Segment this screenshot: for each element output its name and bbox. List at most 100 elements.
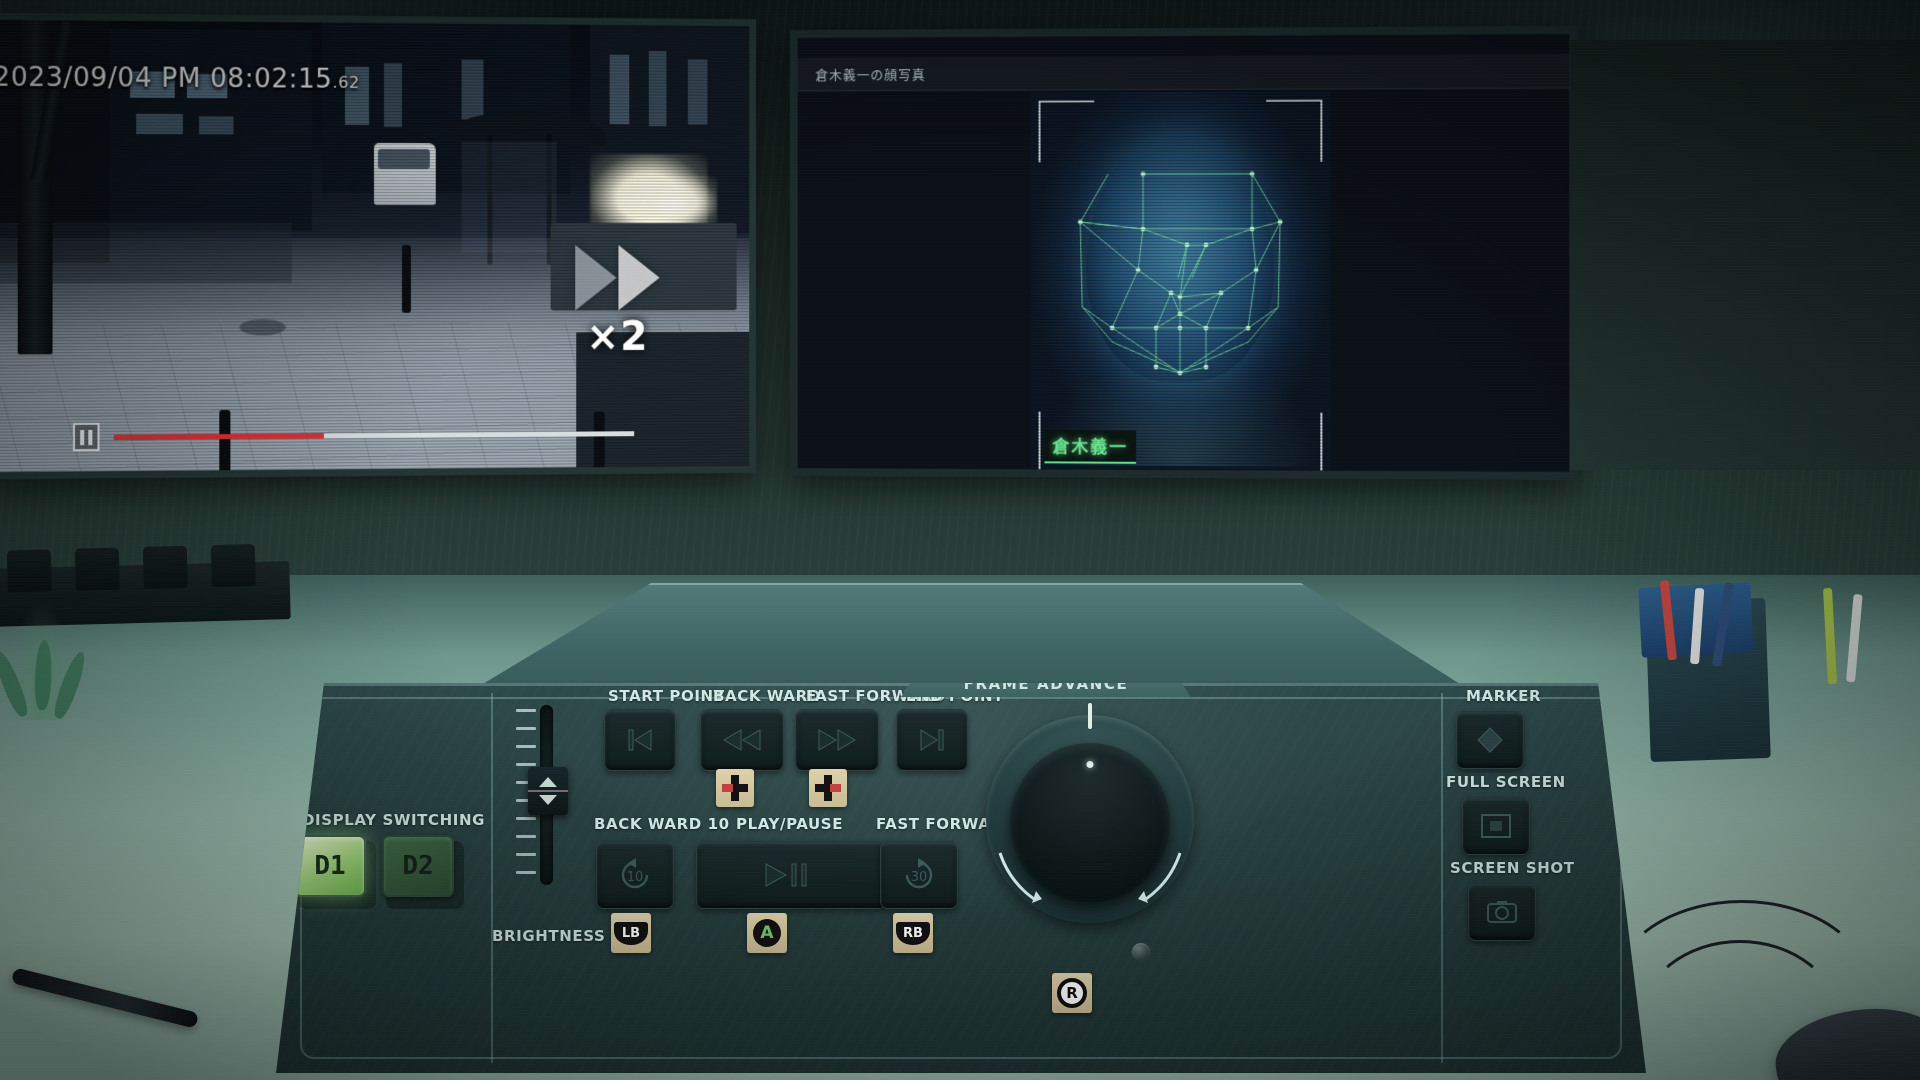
skip-to-end-icon [920,729,944,751]
display-button-d1[interactable]: D1 [294,835,366,897]
window-light [461,59,484,120]
progress-fill [113,432,325,440]
back-ward-button[interactable] [700,709,784,771]
progress-bar[interactable] [113,430,635,440]
deck-top-surface [471,583,1471,691]
window-light [199,116,234,135]
start-point-label: START POINT [608,687,725,705]
pause-icon[interactable] [72,422,100,452]
fast-forward-icon [818,729,856,751]
fast-forward-triangle-1 [575,245,617,311]
screen-shot-label: SCREEN SHOT [1450,859,1575,877]
power-plug [142,545,188,589]
scan-header-title: 倉木義一の顔写真 [815,68,926,84]
head-silhouette [1086,129,1275,383]
slider-tick [516,709,536,712]
cctv-video-feed[interactable]: 2023/09/04 PM 08:02:15.62 ×2 [0,19,750,473]
back-ward-10-label: BACK WARD 10 [594,815,730,833]
play-pause-label: PLAY/PAUSE [736,815,844,833]
slider-tick [516,745,536,748]
display-button-d2-label: D2 [402,851,434,881]
slider-tick [516,871,536,874]
back-ward-label: BACK WARD [713,687,821,705]
right-stick-icon: R [1057,978,1087,1008]
slider-tick [516,727,536,730]
scan-bracket-top-right [1266,99,1323,162]
face-scan-screen: 倉木義一の顔写真 倉木義一 [797,34,1570,472]
scan-bracket-bottom-right [1266,412,1323,472]
deck-control-face: FRAME ADVANCE DISPLAY SWITCHING D1 D2 BR… [276,683,1646,1073]
slider-knob-line [528,790,568,792]
subject-name-tag: 倉木義一 [1044,430,1137,464]
shelter-glass [461,141,557,253]
marker-label: MARKER [1466,687,1542,705]
window-light [609,54,630,125]
power-plug [74,547,120,591]
screen-shot-button[interactable] [1468,883,1536,941]
window-light [648,51,667,127]
jog-dial-ring[interactable] [986,703,1194,923]
video-transport-bar[interactable] [72,419,635,452]
brightness-slider-knob[interactable] [528,767,568,815]
start-point-button[interactable] [604,709,676,771]
timestamp-text: 2023/09/04 PM 08:02:15 [0,62,333,95]
slider-tick [516,817,536,820]
van-window [377,149,430,170]
plant-leaf [34,639,53,711]
camera-icon [1487,901,1517,923]
play-pause-button[interactable] [696,841,886,909]
dpad-left-badge [716,769,754,807]
status-led [1132,943,1150,961]
rb-bumper-icon: RB [896,921,930,945]
replay-10-icon: 10 [621,858,649,889]
svg-text:10: 10 [627,870,644,885]
back-ward-10-button[interactable]: 10 [596,841,674,909]
window-light [383,63,402,128]
subject-name-text: 倉木義一 [1052,437,1129,458]
power-plug [210,543,256,588]
rb-button-badge: RB [893,913,933,953]
forward-30-icon: 30 [905,858,933,889]
desk-plant [0,600,90,721]
window-light [136,113,183,135]
speed-label: ×2 [586,314,649,361]
cctv-timestamp: 2023/09/04 PM 08:02:15.62 [0,62,360,95]
fast-forward-icon [575,245,660,311]
scan-bracket-top-left [1038,100,1095,163]
svg-text:30: 30 [911,870,928,885]
power-plug [6,549,52,593]
scan-header-bar: 倉木義一の顔写真 [797,54,1570,92]
fast-forward-triangle-2 [618,245,660,311]
deck-divider-right [1441,693,1443,1063]
play-pause-icon [765,863,807,887]
fullscreen-icon [1481,814,1511,838]
playback-speed-overlay: ×2 [575,245,660,361]
full-screen-button[interactable] [1462,797,1530,855]
skip-to-start-icon [628,729,652,751]
lb-bumper-icon: LB [614,921,648,945]
brightness-label: BRIGHTNESS [492,927,606,945]
display-button-d2[interactable]: D2 [382,835,454,897]
cctv-monitor[interactable]: 2023/09/04 PM 08:02:15.62 ×2 [0,12,757,480]
dpad-right-badge [809,769,847,807]
shop-sign-glow-2 [629,175,718,230]
fast-forward-30-button[interactable]: 30 [880,841,958,909]
full-screen-label: FULL SCREEN [1446,773,1566,791]
dpad-right-icon [815,775,841,801]
window-light [687,59,708,125]
scan-viewport: 倉木義一 [1030,91,1331,472]
marker-button[interactable] [1456,711,1524,769]
face-scan-monitor[interactable]: 倉木義一の顔写真 倉木義一 [789,25,1578,481]
jog-rotation-arrows-icon [998,852,1182,903]
fast-forward-button[interactable] [795,709,879,771]
lb-button-badge: LB [611,913,651,953]
end-point-button[interactable] [896,709,968,771]
a-button-badge: A [747,913,787,953]
display-button-d1-label: D1 [314,851,346,881]
a-button-icon: A [753,919,781,947]
right-stick-badge: R [1052,973,1092,1013]
slider-up-arrow-icon [539,777,557,787]
slider-tick [516,835,536,838]
manhole-cover [239,319,286,336]
slider-tick [516,853,536,856]
